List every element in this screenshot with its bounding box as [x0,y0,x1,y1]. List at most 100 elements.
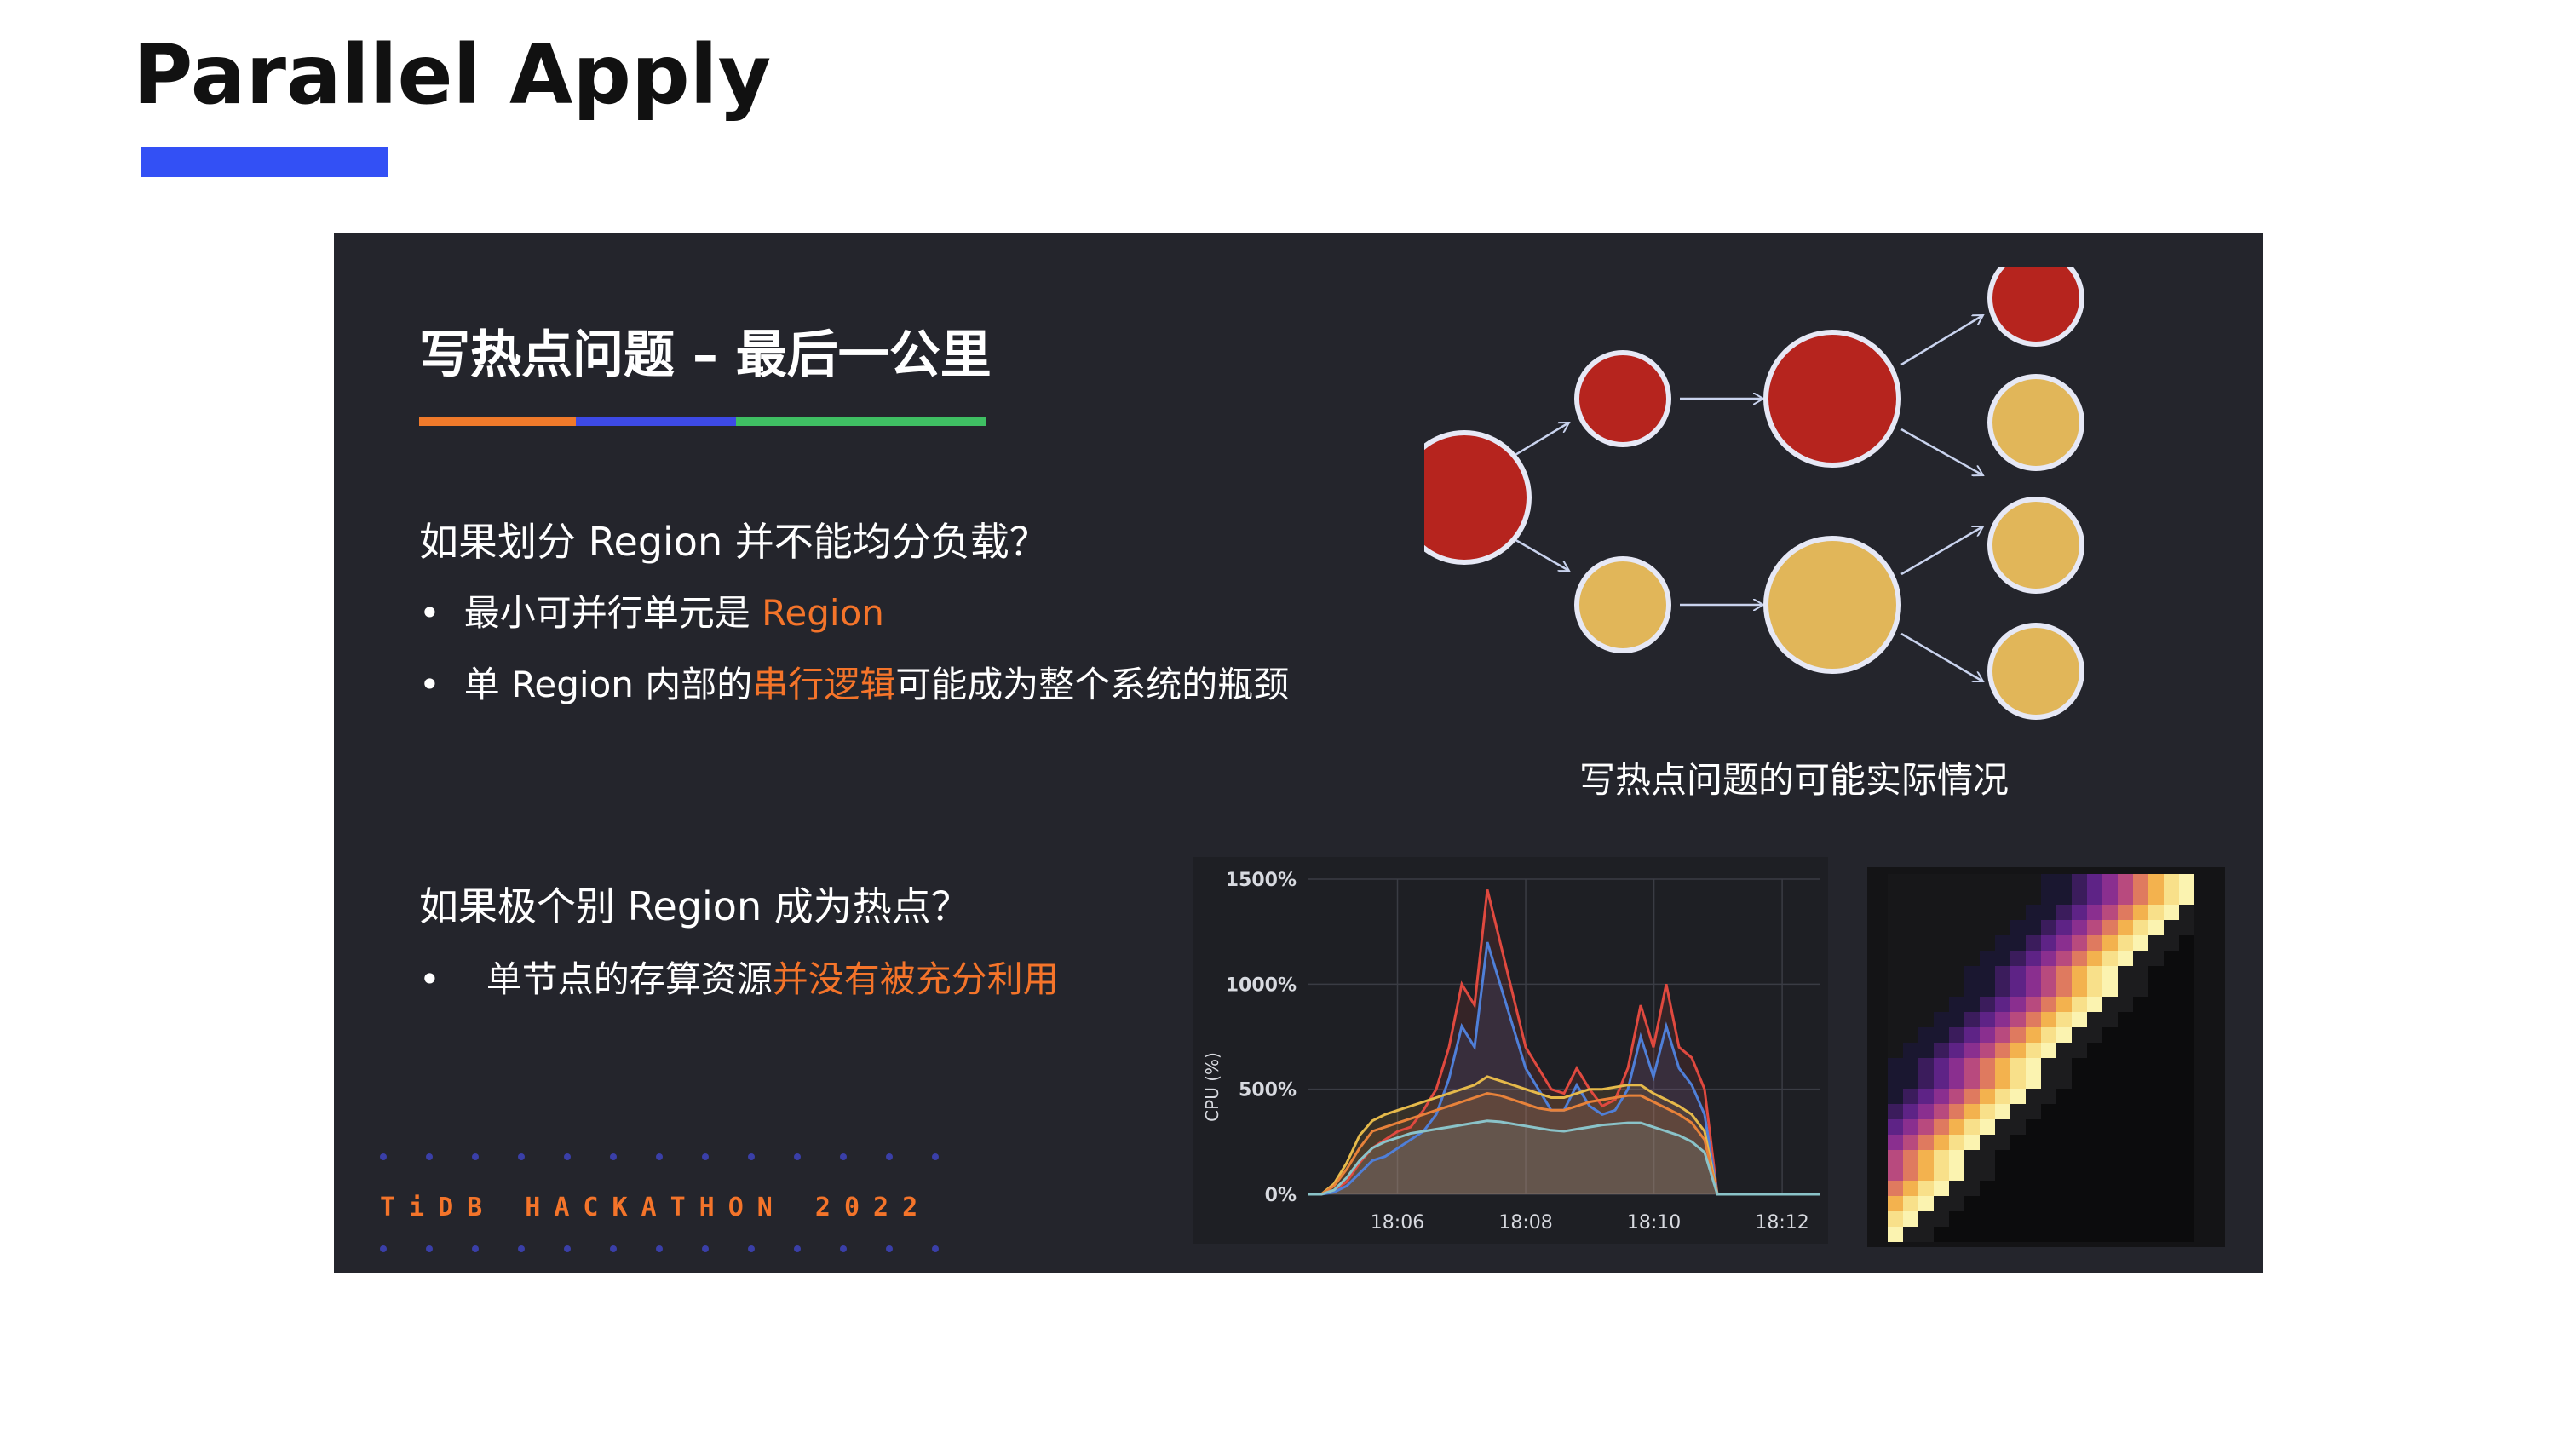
heatmap-cell [2010,1196,2026,1211]
heatmap-cell [1888,1043,1903,1058]
heatmap-cell [2102,1165,2118,1181]
heatmap-cell [1949,951,1964,966]
leaf-cold-3 [1987,623,2084,720]
heatmap-cell [1949,1135,1964,1150]
heatmap-cell [2010,1058,2026,1073]
heatmap-cell [2087,1089,2102,1104]
heatmap-cell [2148,1150,2164,1165]
heatmap-cell [1949,1058,1964,1073]
heatmap-cell [2087,1119,2102,1135]
heatmap-cell [2148,951,2164,966]
heatmap-cell [2010,1150,2026,1165]
heatmap-cell [1964,905,1980,920]
heatmap-cell [2026,905,2041,920]
heatmap-cell [2026,935,2041,951]
heatmap-cell [2179,1119,2194,1135]
heatmap-cell [2087,997,2102,1012]
heatmap-cell [2010,889,2026,905]
heatmap-cell [2102,905,2118,920]
heatmap-cell [2041,1104,2056,1119]
heatmap-cell [2072,1150,2087,1165]
heatmap-cell [2164,920,2179,935]
heatmap-cell [2148,1196,2164,1211]
heatmap-cell [2148,1089,2164,1104]
tricolor-divider [419,417,986,426]
heatmap-cell [2010,905,2026,920]
heatmap-cell [1995,935,2010,951]
heatmap-cell [2102,1227,2118,1242]
heatmap-cell [1918,935,1934,951]
heatmap-cell [2056,966,2072,981]
heatmap-cell [2179,874,2194,889]
heatmap-cell [1903,889,1918,905]
heatmap-cell [2026,1150,2041,1165]
heatmap-cell [1888,1058,1903,1073]
heatmap-cell [2164,1104,2179,1119]
heatmap-cell [2010,951,2026,966]
heatmap-cell [2164,1135,2179,1150]
heatmap-cell [2148,981,2164,997]
heatmap-cell [2179,935,2194,951]
heatmap-cell [1903,874,1918,889]
heatmap-cell [2072,1196,2087,1211]
heatmap-cell [1964,966,1980,981]
heatmap-cell [2164,1073,2179,1089]
heatmap-cell [2072,951,2087,966]
heatmap-cell [2133,1119,2148,1135]
heatmap-cell [2164,1165,2179,1181]
heatmap-cell [2026,981,2041,997]
heatmap-cell [2072,1135,2087,1150]
heatmap-cell [1964,1073,1980,1089]
heatmap-cell [1918,920,1934,935]
heatmap-cell [2072,1104,2087,1119]
heatmap-cell [1903,920,1918,935]
heatmap-cell [1918,874,1934,889]
question-2: 如果极个别 Region 成为热点？ [419,883,970,929]
heatmap-cell [1949,935,1964,951]
heatmap-cell [1903,1119,1918,1135]
heatmap-cell [1995,1058,2010,1073]
heatmap-cell [1934,920,1949,935]
heatmap-cell [1903,1012,1918,1027]
heatmap-cell [2026,1181,2041,1196]
slide-image: 写热点问题 – 最后一公里 如果划分 Region 并不能均分负载？ • 最小可并… [334,233,2263,1273]
heatmap-cell [1964,889,1980,905]
heatmap-cell [2164,966,2179,981]
heatmap-cell [1888,1104,1903,1119]
heatmap-cell [2010,981,2026,997]
heatmap-cell [1980,1181,1995,1196]
heatmap-cell [1995,1073,2010,1089]
heatmap-cell [2010,874,2026,889]
heatmap-cell [2164,1012,2179,1027]
heatmap-cell [2072,1058,2087,1073]
heatmap-cell [2056,1135,2072,1150]
heatmap-cell [1949,1211,1964,1227]
heatmap-cell [1918,905,1934,920]
x-tick-label: 18:06 [1371,1212,1424,1233]
heatmap-cell [2087,1181,2102,1196]
heatmap-cell [1903,1073,1918,1089]
heatmap-cell [2179,920,2194,935]
heatmap-cell [1995,874,2010,889]
heatmap-cell [1918,1073,1934,1089]
heatmap-cell [2102,889,2118,905]
heatmap-cell [1980,1211,1995,1227]
heatmap-cell [1995,1196,2010,1211]
heatmap-cell [2102,1104,2118,1119]
heatmap-cell [2164,1089,2179,1104]
heatmap-cell [2179,1104,2194,1119]
heatmap-cell [1949,966,1964,981]
y-tick-label: 1000% [1226,975,1297,996]
heatmap-cell [2056,920,2072,935]
heatmap-cell [1918,1119,1934,1135]
heatmap-cell [2118,951,2133,966]
heatmap-cell [1964,1012,1980,1027]
heatmap-cell [1995,1135,2010,1150]
heatmap-cell [2102,935,2118,951]
heatmap-cell [1888,935,1903,951]
heatmap-cell [1964,951,1980,966]
heatmap-cell [2087,1165,2102,1181]
heatmap-cell [2026,1196,2041,1211]
heatmap-cell [1949,1181,1964,1196]
heatmap-cell [1888,997,1903,1012]
